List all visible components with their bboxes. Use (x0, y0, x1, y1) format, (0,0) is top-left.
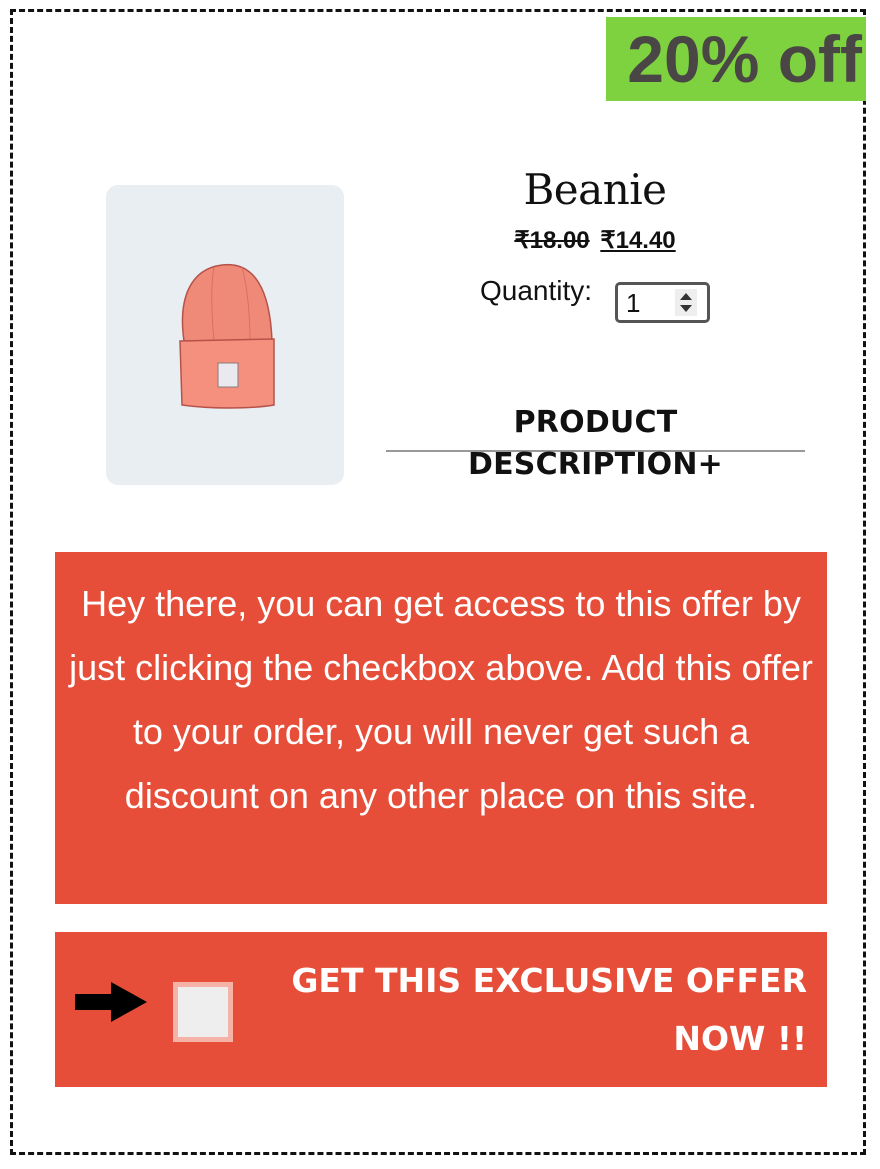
discount-badge: 20% off (606, 17, 866, 101)
offer-message: Hey there, you can get access to this of… (69, 583, 813, 816)
quantity-value[interactable]: 1 (626, 288, 640, 319)
quantity-label: Quantity: (480, 275, 593, 306)
offer-label[interactable]: GET THIS EXCLUSIVE OFFER NOW !! (287, 952, 807, 1068)
spinner-arrows-icon[interactable] (675, 289, 697, 316)
quantity-stepper[interactable]: 1 (615, 282, 710, 323)
beanie-hat-icon (179, 263, 275, 409)
arrow-right-icon (75, 982, 147, 1022)
offer-message-box: Hey there, you can get access to this of… (55, 552, 827, 904)
product-title: Beanie (523, 165, 667, 214)
product-image (106, 185, 344, 485)
discounted-price: ₹14.40 (600, 227, 676, 254)
original-price: ₹18.00 (514, 227, 590, 254)
offer-bar: GET THIS EXCLUSIVE OFFER NOW !! (55, 932, 827, 1087)
product-description-toggle[interactable]: PRODUCT DESCRIPTION+ (386, 402, 805, 482)
price-line: ₹18.00 ₹14.40 (390, 226, 800, 255)
offer-checkbox[interactable] (173, 982, 233, 1042)
